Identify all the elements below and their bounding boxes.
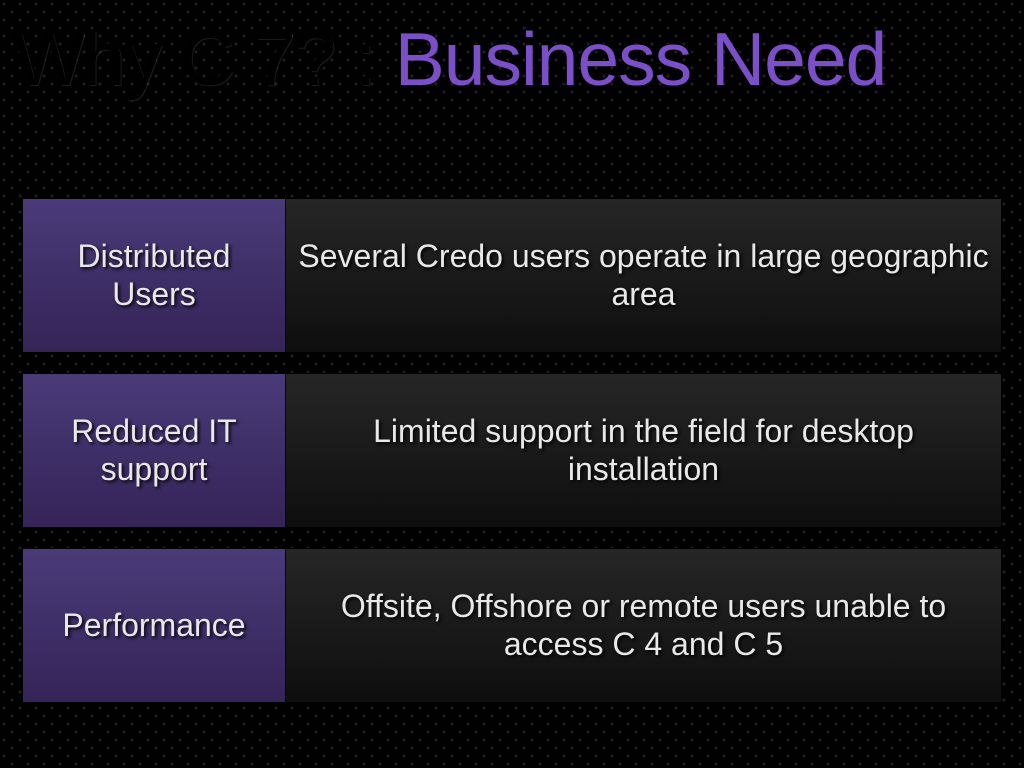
slide: Why C 7? : Business Need Distributed Use… <box>0 0 1024 768</box>
content-table: Distributed Users Several Credo users op… <box>22 198 1002 703</box>
row-label: Performance <box>22 548 286 703</box>
row-desc: Several Credo users operate in large geo… <box>286 198 1002 353</box>
table-row: Performance Offsite, Offshore or remote … <box>22 548 1002 703</box>
table-row: Reduced IT support Limited support in th… <box>22 373 1002 528</box>
title-part1: Why C 7? : <box>14 17 395 101</box>
row-label: Reduced IT support <box>22 373 286 528</box>
row-label: Distributed Users <box>22 198 286 353</box>
row-desc: Limited support in the field for desktop… <box>286 373 1002 528</box>
table-row: Distributed Users Several Credo users op… <box>22 198 1002 353</box>
slide-title: Why C 7? : Business Need <box>14 20 886 99</box>
title-part2: Business Need <box>395 17 886 101</box>
row-desc: Offsite, Offshore or remote users unable… <box>286 548 1002 703</box>
